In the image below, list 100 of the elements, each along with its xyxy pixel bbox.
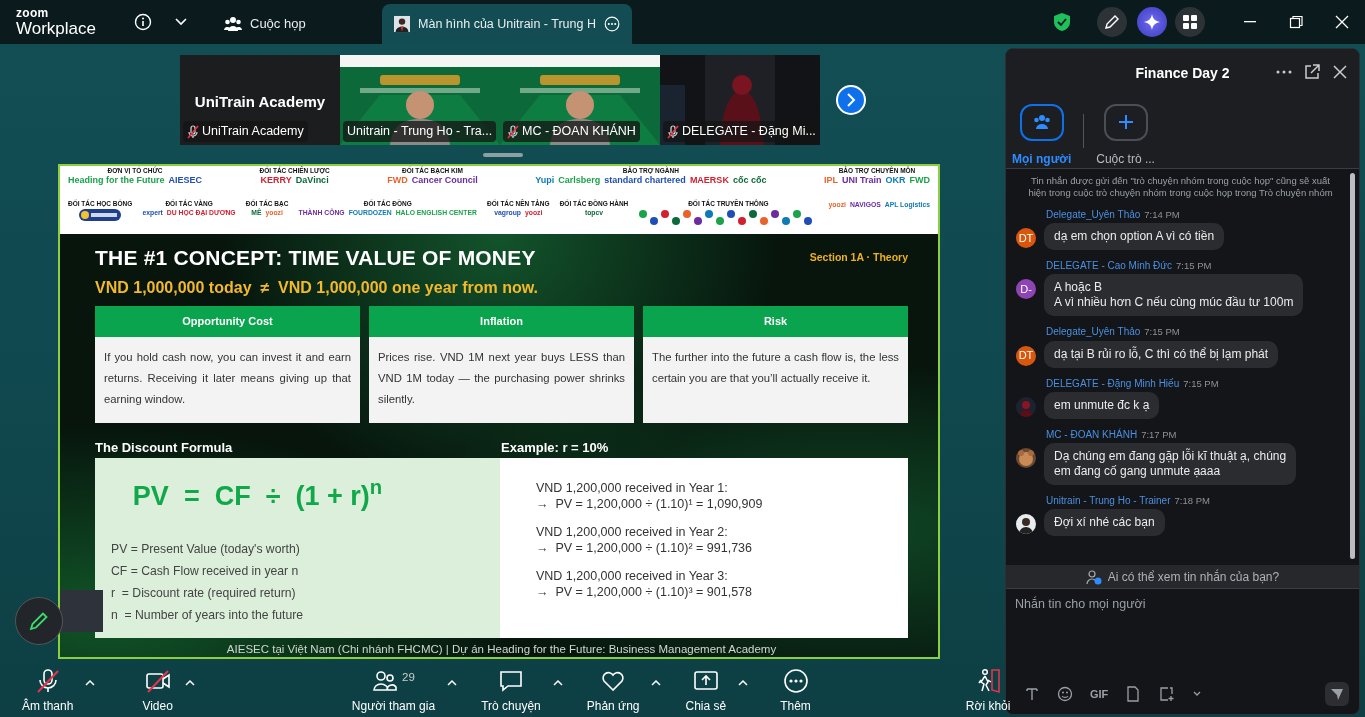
participant-count: 29 (402, 670, 415, 685)
file-icon[interactable] (1125, 686, 1142, 703)
participant-name: UniTrain Academy (193, 92, 327, 112)
partner-logo: FWD (387, 176, 408, 186)
pop-out-icon[interactable] (1303, 63, 1321, 81)
screenshot-icon[interactable] (1158, 686, 1175, 703)
slide-subtitle: VND 1,000,000 today ≠ VND 1,000,000 one year from now. (95, 277, 540, 298)
participant-name: DELEGATE - Đặng Mi... (682, 123, 816, 141)
partner-logo: UNI Train (841, 176, 882, 186)
people-icon (372, 668, 399, 694)
video-tile[interactable]: UniTrain Academy UniTrain Academy (180, 55, 340, 145)
message-time: 7:14 PM (1144, 208, 1180, 220)
card-header: Opportunity Cost (95, 305, 360, 337)
resize-handle[interactable] (482, 153, 523, 157)
message-text: Dạ chúng em đang gặp lỗi kĩ thuật ạ, chúng (1054, 449, 1287, 465)
badge-logo-icon (79, 209, 122, 221)
avatar: DT (1016, 345, 1036, 366)
product-name: Workplace (16, 20, 97, 37)
next-icon[interactable] (836, 85, 866, 115)
video-button[interactable]: Video (142, 667, 173, 715)
walking-person-icon (975, 668, 1002, 694)
example-text: → PV = 1,200,000 ÷ (1.10)² = 991,736 (536, 539, 754, 556)
example-text: VND 1,200,000 received in Year 3: (536, 567, 729, 584)
definition-text: n = Number of years into the future (111, 607, 305, 624)
definition-text: PV = Present Value (today's worth) (111, 541, 301, 558)
partner-logo: cốc cốc (732, 176, 767, 186)
message-text: em unmute đc k ạ (1054, 397, 1150, 413)
video-tile[interactable]: Unitrain - Trung Ho - Tra... (340, 55, 500, 145)
participant-name: MC - ĐOAN KHÁNH (522, 122, 636, 141)
message-time: 7:15 PM (1176, 260, 1212, 272)
sender-name: DELEGATE - Cao Minh Đức (1046, 260, 1172, 272)
message-text: A vì nhiều hơn C nếu cùng múc đầu tư 100m (1054, 295, 1294, 311)
card-header: Risk (643, 305, 908, 337)
message-text: Đợi xí nhé các bạn (1054, 515, 1155, 531)
video-tile[interactable]: DELEGATE - Đặng Mi... (660, 55, 820, 145)
more-button[interactable]: Thêm (780, 667, 811, 715)
people-icon (1032, 114, 1051, 131)
card-header: Inflation (369, 305, 634, 337)
people-icon (224, 16, 242, 32)
formula: PV = CF ÷ (1 + r)$^{n}$ (131, 475, 384, 513)
gif-button[interactable]: GIF (1090, 685, 1109, 703)
participants-button[interactable]: 29 Người tham gia (351, 667, 436, 715)
example-text: → PV = 1,200,000 ÷ (1.10)¹ = 1,090,909 (536, 495, 764, 512)
more-icon[interactable] (603, 14, 620, 34)
more-icon (782, 668, 809, 694)
sparkle-icon[interactable] (1137, 7, 1167, 37)
message-time: 7:15 PM (1183, 377, 1219, 389)
section-label: The Discount Formula (95, 438, 234, 457)
send-icon[interactable] (1325, 682, 1349, 707)
section-label: Example: r = 10% (501, 438, 609, 457)
message-text: A hoặc B (1054, 280, 1104, 296)
partner-logo: KERRY (260, 176, 292, 186)
chat-tab[interactable]: Cuộc trò ... (1096, 103, 1155, 168)
participant-name: Unitrain - Trung Ho - Tra... (347, 123, 493, 141)
video-tile[interactable]: MC - ĐOAN KHÁNH (500, 55, 660, 145)
reactions-button[interactable]: Phản ứng (586, 667, 640, 715)
meeting-tab[interactable]: Màn hình của Unitrain - Trung H (382, 4, 632, 44)
card-text: The further into the future a cash flow is, the less certain you are that you’ll actually receive it. (643, 336, 908, 423)
avatar: DT (1016, 228, 1036, 249)
chat-button[interactable]: Trò chuyện (481, 667, 541, 715)
mic-button[interactable]: Âm thanh (22, 667, 74, 715)
partner-logo: standard chartered (604, 176, 686, 186)
chat-tab[interactable]: Mọi người (1012, 103, 1072, 168)
message-time: 7:18 PM (1174, 495, 1210, 507)
partner-logo: DaVinci (295, 176, 329, 186)
info-text: Tin nhắn được gửi đến "trò chuyện nhóm trong cuộc họp" cũng sẽ xuất hiện trong cuộc trò chuyện nhóm trong cuộc họp trong Trò chuyện nhóm (1027, 174, 1334, 199)
slide-footer: AIESEC tại Việt Nam (Chi nhánh FHCMC) | Dự án Heading for the Future: Business Management Academy (95, 640, 908, 657)
partner-logo: OKR (885, 176, 906, 186)
sender-name: Delegate_Uyên Thảo (1046, 208, 1141, 220)
meeting-tab[interactable]: Cuộc họp (212, 4, 322, 44)
edit-icon[interactable] (1097, 7, 1127, 37)
scrollbar[interactable] (1350, 172, 1355, 559)
close-icon[interactable] (1331, 63, 1349, 81)
example-text: VND 1,200,000 received in Year 1: (536, 479, 729, 496)
sender-name: MC - ĐOAN KHÁNH (1046, 428, 1138, 440)
text-format-icon[interactable] (1024, 686, 1040, 703)
apps-icon[interactable] (1175, 7, 1205, 37)
person-icon (1085, 568, 1102, 585)
message-text: dạ tại B rủi ro lỗ, C thì có thể bị lạm phát (1054, 346, 1269, 362)
brand-name: zoom (16, 7, 50, 19)
example-text: → PV = 1,200,000 ÷ (1.10)³ = 901,578 (536, 583, 754, 600)
sender-name: Delegate_Uyên Thảo (1046, 326, 1141, 338)
partner-logo: MAERSK (689, 176, 729, 186)
pencil-icon[interactable] (15, 597, 63, 645)
partner-logo: Carlsberg (558, 176, 601, 186)
shield-icon (1053, 12, 1071, 32)
message-text: em đang cố gang unmute ạaaa (1054, 464, 1222, 480)
emoji-icon[interactable] (1057, 686, 1073, 703)
chat-icon (497, 668, 524, 694)
slide-title: THE #1 CONCEPT: TIME VALUE OF MONEY (95, 245, 536, 271)
avatar: D- (1016, 279, 1036, 300)
share-button[interactable]: Chia sẻ (685, 667, 727, 715)
sender-name: DELEGATE - Đặng Minh Hiếu (1046, 377, 1180, 389)
partner-logo: AIESEC (168, 176, 202, 186)
card-text: If you hold cash now, you can invest it and earn returns. Receiving it later means giving up that earning window. (95, 336, 360, 423)
partner-logo: FWD (909, 176, 930, 186)
card-text: Prices rise. VND 1M next year buys LESS than VND 1M today — the purchasing power shrinks silently. (369, 336, 634, 423)
panel-title: Finance Day 2 (1135, 64, 1230, 84)
self-view-tile (60, 590, 103, 632)
partner-logo: IPL (823, 176, 838, 186)
